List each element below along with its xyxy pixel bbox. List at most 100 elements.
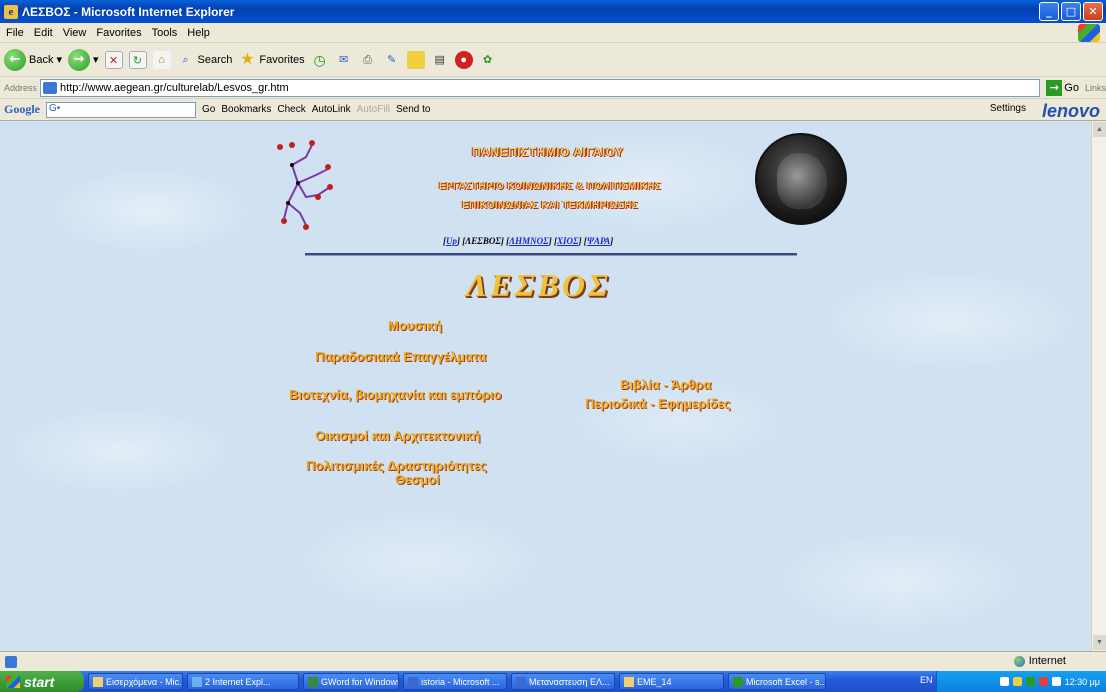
link-cultural-activities[interactable]: Πολιτισμικές Δραστηριότητες [306, 458, 487, 473]
address-bar: Address http://www.aegean.gr/culturelab/… [0, 77, 1106, 99]
task-button[interactable]: Εισερχόμενα - Mic... [88, 673, 183, 690]
check-button[interactable]: Check [277, 104, 305, 115]
vertical-scrollbar[interactable]: ▲ ▼ [1091, 121, 1106, 651]
back-label: Back [29, 53, 54, 66]
task-button[interactable]: EME_14 [619, 673, 724, 690]
university-seal-icon [755, 133, 847, 225]
task-button[interactable]: Microsoft Excel - s... [728, 673, 826, 690]
scroll-down-arrow-icon[interactable]: ▼ [1093, 635, 1106, 650]
link-settlements-architecture[interactable]: Οικισμοί και Αρχιτεκτονική [315, 428, 480, 443]
google-go-button[interactable]: Go [202, 104, 215, 115]
go-arrow-icon: → [1046, 79, 1063, 96]
tray-icon[interactable] [1038, 677, 1048, 686]
link-magazines-newspapers[interactable]: Περιοδικά - Εφημερίδες [585, 396, 731, 411]
task-button[interactable]: GWord for Windows [303, 673, 399, 690]
forward-button[interactable]: → ▾ [68, 48, 99, 71]
sendto-button[interactable]: Send to [396, 104, 430, 115]
autolink-button[interactable]: AutoLink [312, 104, 351, 115]
task-button[interactable]: istoria - Microsoft ... [403, 673, 507, 690]
task-button[interactable]: 2 Internet Expl... [187, 673, 299, 690]
menu-file[interactable]: File [6, 27, 24, 39]
autofill-button[interactable]: AutoFill [357, 104, 390, 115]
security-zone: Internet [1013, 655, 1066, 667]
link-industry-commerce[interactable]: Βιοτεχνία, βιομηχανία και εμπόριο [289, 387, 502, 402]
lenovo-logo: lenovo [1041, 101, 1100, 121]
task-label: GWord for Windows [321, 676, 399, 687]
task-label: Εισερχόμενα - Mic... [106, 676, 183, 687]
language-indicator[interactable]: EN [920, 675, 933, 685]
lab-logo-icon [277, 140, 333, 230]
favorites-button[interactable]: ★ Favorites [238, 51, 304, 69]
nav-separator: ] [ [457, 236, 466, 246]
tray-icon[interactable] [1025, 677, 1035, 686]
minimize-button[interactable]: _ [1039, 2, 1059, 21]
address-url: http://www.aegean.gr/culturelab/Lesvos_g… [60, 81, 289, 94]
menu-help[interactable]: Help [187, 27, 210, 39]
tray-icon[interactable] [999, 677, 1009, 686]
start-button[interactable]: start [0, 671, 84, 692]
scroll-up-arrow-icon[interactable]: ▲ [1093, 122, 1106, 137]
forward-dropdown-icon[interactable]: ▾ [93, 53, 99, 66]
research-icon[interactable]: ▤ [431, 51, 449, 69]
menu-edit[interactable]: Edit [34, 27, 53, 39]
links-toolbar[interactable]: Links [1085, 83, 1106, 93]
nav-link-up[interactable]: Up [446, 236, 457, 246]
link-institutions[interactable]: Θεσμοί [395, 472, 440, 487]
task-button[interactable]: Μεταναστευση ΕΛ... [511, 673, 615, 690]
university-title: ΠΑΝΕΠΙΣΤΗΜΙΟ ΑΙΓΑΙΟΥ [472, 145, 624, 159]
maximize-button[interactable]: □ [1061, 2, 1081, 21]
bookmarks-button[interactable]: Bookmarks [221, 104, 271, 115]
back-dropdown-icon[interactable]: ▾ [56, 53, 62, 66]
settings-button[interactable]: Settings [990, 103, 1026, 114]
stop-icon[interactable]: ✕ [104, 50, 123, 69]
back-arrow-icon: ← [4, 48, 26, 71]
google-logo[interactable]: Google [4, 102, 40, 117]
tray-icon[interactable] [1012, 677, 1022, 686]
task-label: 2 Internet Expl... [205, 676, 271, 687]
menu-tools[interactable]: Tools [152, 27, 178, 39]
address-input[interactable]: http://www.aegean.gr/culturelab/Lesvos_g… [40, 78, 1041, 97]
tray-icon[interactable] [1051, 677, 1061, 686]
clock[interactable]: 12:30 μμ [1065, 677, 1100, 687]
windows-logo-icon [1078, 24, 1100, 42]
msn-icon[interactable]: ✿ [479, 51, 497, 69]
nav-separator: ] [ [578, 236, 587, 246]
nav-current-lesvos: ΛΕΣΒΟΣ [465, 236, 501, 246]
page-status-icon [5, 655, 17, 668]
excel-icon [733, 676, 743, 687]
messenger-icon[interactable]: ● [454, 50, 473, 69]
link-music[interactable]: Μουσική [388, 318, 442, 333]
nav-link-limnos[interactable]: ΛΗΜΝΟΣ [509, 236, 549, 246]
search-button[interactable]: ⌕ Search [177, 51, 232, 69]
page-content: ΠΑΝΕΠΙΣΤΗΜΙΟ ΑΙΓΑΙΟΥ ΕΡΓΑΣΤΗΡΙΟ ΚΟΙΝΩΝΙΚ… [0, 121, 1091, 651]
home-icon[interactable]: ⌂ [152, 50, 171, 69]
nav-link-chios[interactable]: ΧΙΟΣ [557, 236, 579, 246]
search-icon: ⌕ [182, 53, 189, 66]
edit-icon[interactable]: ✎ [383, 51, 401, 69]
system-tray: 12:30 μμ [936, 671, 1106, 692]
mail-icon[interactable]: ✉ [335, 51, 353, 69]
menu-favorites[interactable]: Favorites [96, 27, 141, 39]
status-bar: Internet [0, 651, 1106, 671]
folder-icon[interactable] [406, 50, 425, 69]
close-button[interactable]: ✕ [1083, 2, 1103, 21]
nav-bracket: ] [610, 236, 614, 246]
print-icon[interactable]: ⎙ [359, 51, 377, 69]
link-books-articles[interactable]: Βιβλία - Άρθρα [620, 377, 711, 392]
zone-label: Internet [1028, 655, 1066, 667]
go-button[interactable]: → Go [1046, 79, 1079, 96]
back-button[interactable]: ← Back ▾ [4, 48, 62, 71]
task-label: istoria - Microsoft ... [421, 676, 500, 687]
windows-flag-icon [6, 675, 20, 688]
task-label: Microsoft Excel - s... [746, 676, 826, 687]
nav-link-psara[interactable]: ΨΑΡΑ [587, 236, 610, 246]
address-label: Address [4, 82, 38, 93]
refresh-icon[interactable]: ↻ [128, 50, 147, 69]
history-icon[interactable]: ◷ [311, 51, 329, 69]
star-icon: ★ [240, 50, 255, 68]
link-traditional-crafts[interactable]: Παραδοσιακά Επαγγέλματα [315, 349, 486, 364]
go-label: Go [1064, 81, 1079, 94]
google-search-input[interactable]: G• [46, 101, 196, 118]
menu-view[interactable]: View [63, 27, 87, 39]
forward-arrow-icon: → [68, 48, 90, 71]
